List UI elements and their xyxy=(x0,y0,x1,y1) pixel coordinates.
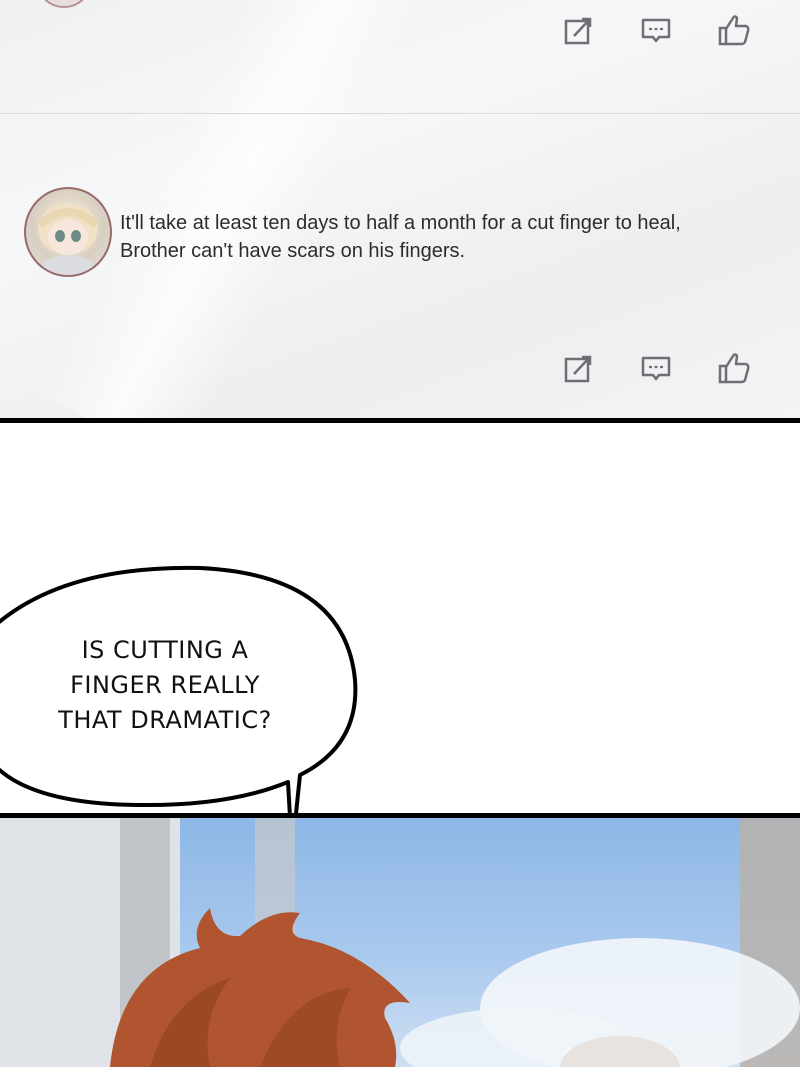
previous-comment-avatar xyxy=(40,0,88,8)
comment-actions xyxy=(560,350,760,390)
avatar-portrait xyxy=(37,203,99,275)
edit-icon[interactable] xyxy=(560,12,596,48)
panel-border xyxy=(0,418,800,423)
scene-illustration xyxy=(0,818,800,1067)
thumbs-up-icon[interactable] xyxy=(716,350,752,386)
comment-divider xyxy=(0,113,800,114)
comment-icon[interactable] xyxy=(638,12,674,48)
social-comment-panel: It'll take at least ten days to half a m… xyxy=(0,0,800,419)
edit-icon[interactable] xyxy=(560,350,596,386)
comment-icon[interactable] xyxy=(638,350,674,386)
speech-bubble-text: IS CUTTING A FINGER REALLY THAT DRAMATIC… xyxy=(58,636,272,734)
avatar[interactable] xyxy=(24,187,112,277)
thumbs-up-icon[interactable] xyxy=(716,12,752,48)
comment-text: It'll take at least ten days to half a m… xyxy=(120,212,681,262)
character-panel xyxy=(0,818,800,1067)
previous-comment-actions xyxy=(560,12,760,52)
